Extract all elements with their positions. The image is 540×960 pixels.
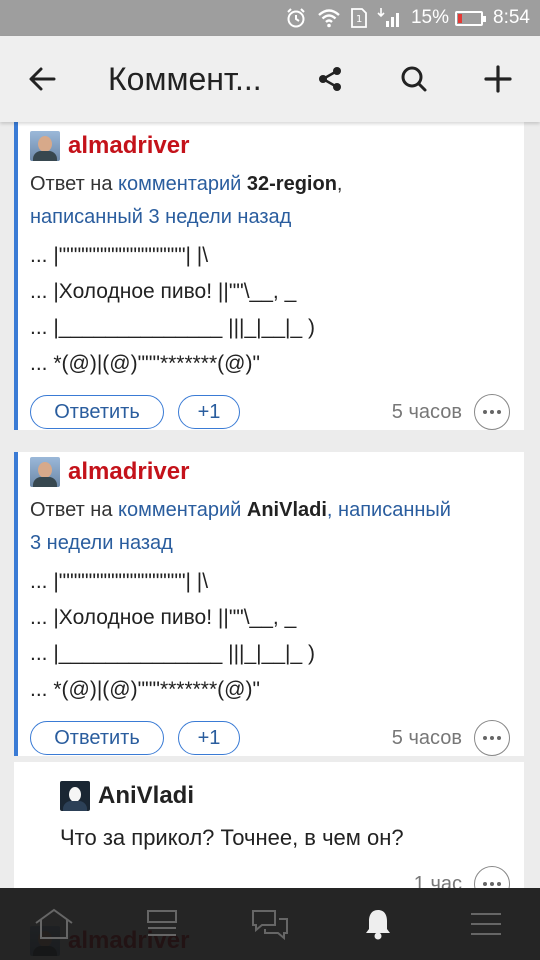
meta-prefix: Ответ на [30,499,113,521]
status-bar: 1 15% 8:54 [0,0,540,36]
comment-body: ... |"""""""""""""""""| |\ ... |Холодное… [30,564,524,708]
thread-indicator [14,122,18,430]
avatar[interactable] [30,457,60,487]
body-line: ... *(@)|(@)"""*******(@)" [30,352,260,375]
meta-comment-link[interactable]: комментарий [118,173,241,195]
plus-icon [484,65,512,93]
comments-list: almadriver Ответ на комментарий 32-regio… [0,122,540,888]
clock: 8:54 [493,7,530,28]
page-title: Коммент... [108,60,262,97]
avatar[interactable] [60,781,90,811]
menu-icon [471,913,501,935]
meta-written[interactable]: 3 недели назад [30,532,173,554]
comment: AniVladi Что за прикол? Точнее, в чем он… [60,780,524,856]
comment-body: Что за прикол? Точнее, в чем он? [60,825,404,850]
comment-header: almadriver [30,456,524,488]
search-icon [401,66,427,92]
feed-icon [147,910,177,936]
share-icon [319,67,341,91]
reply-meta: Ответ на комментарий AniVladi, написанны… [30,494,524,560]
wifi-icon [317,8,341,28]
plus-one-button[interactable]: +1 [178,721,240,755]
meta-comment-link[interactable]: комментарий [118,499,241,521]
share-button[interactable] [288,36,372,122]
body-line: ... |______________ |||_|__|_ ) [30,642,315,665]
reply-button[interactable]: Ответить [30,721,164,755]
nav-feed[interactable] [108,888,216,960]
reply-meta: Ответ на комментарий 32-region, написанн… [30,168,524,234]
comment: almadriver Ответ на комментарий 32-regio… [30,130,524,382]
comment-author[interactable]: almadriver [68,132,189,160]
comment-card: AniVladi Что за прикол? Точнее, в чем он… [14,762,524,888]
comment-body: ... |"""""""""""""""""| |\ ... |Холодное… [30,238,524,382]
comment-actions: Ответить +1 5 часов [30,720,510,756]
comment-author[interactable]: almadriver [68,458,189,486]
add-button[interactable] [456,36,540,122]
comment-actions: Ответить +1 5 часов [30,394,510,430]
search-button[interactable] [372,36,456,122]
nav-menu[interactable] [432,888,540,960]
body-line: ... |"""""""""""""""""| |\ [30,244,209,267]
body-line: ... *(@)|(@)"""*******(@)" [30,678,260,701]
signal-icon [377,8,401,28]
app-bar: Коммент... [0,36,540,122]
alarm-icon [285,7,307,29]
comment-header: AniVladi [60,780,524,812]
comment: almadriver Ответ на комментарий AniVladi… [30,456,524,708]
body-line: ... |"""""""""""""""""| |\ [30,570,209,593]
meta-written[interactable]: написанный 3 недели назад [30,206,291,228]
comment-actions: 1 час [30,866,510,888]
notifications-icon [366,910,390,940]
body-line: ... |Холодное пиво! ||""\__, _ [30,606,297,629]
sim-icon: 1 [351,8,367,28]
comment-time: 5 часов [391,400,462,423]
nav-home[interactable] [0,888,108,960]
nav-notifications[interactable] [324,888,432,960]
comment-card: almadriver Ответ на комментарий 32-regio… [14,122,524,430]
body-line: ... |Холодное пиво! ||""\__, _ [30,280,297,303]
home-icon [35,908,73,939]
comment-header: almadriver [30,130,524,162]
title-wrap: Коммент... [84,61,288,98]
more-button[interactable] [474,394,510,430]
avatar[interactable] [30,131,60,161]
back-button[interactable] [0,36,84,122]
plus-one-button[interactable]: +1 [178,395,240,429]
reply-button[interactable]: Ответить [30,395,164,429]
messages-icon [252,910,288,941]
comment-author[interactable]: AniVladi [98,782,194,810]
comment-card: almadriver Ответ на комментарий AniVladi… [14,452,524,756]
more-button[interactable] [474,866,510,888]
svg-text:1: 1 [356,14,362,25]
battery-percent: 15% [410,7,450,28]
battery-icon [455,10,487,26]
meta-user[interactable]: AniVladi [247,499,327,521]
nav-messages[interactable] [216,888,324,960]
bottom-navigation [0,888,540,960]
body-line: ... |______________ |||_|__|_ ) [30,316,315,339]
comment-time: 5 часов [391,726,462,749]
more-button[interactable] [474,720,510,756]
meta-suffix: , [336,173,343,195]
thread-indicator [14,452,18,756]
comment-time: 1 час [413,872,462,889]
meta-suffix[interactable]: , написанный [327,499,451,521]
back-arrow-icon [29,67,56,91]
meta-user[interactable]: 32-region [247,173,337,195]
meta-prefix: Ответ на [30,173,113,195]
